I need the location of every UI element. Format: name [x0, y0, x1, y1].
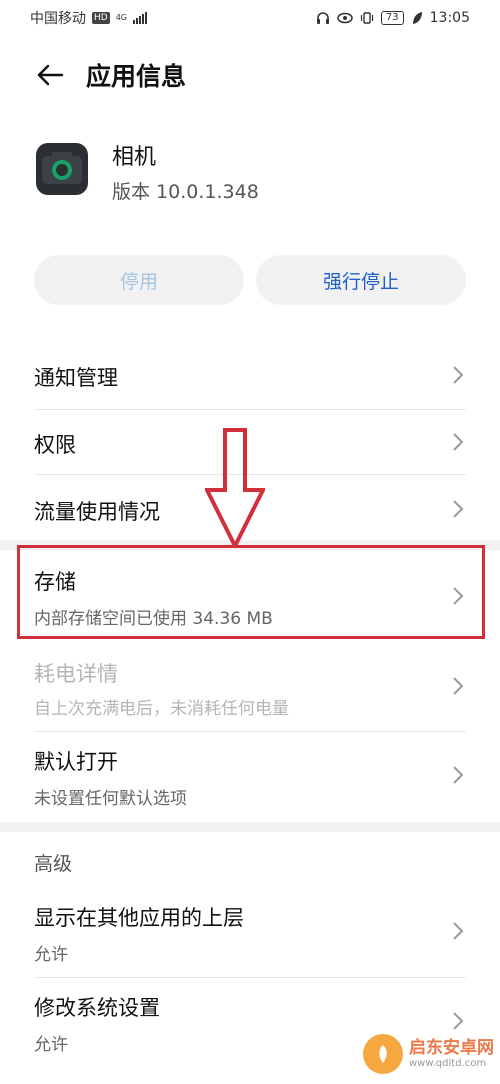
- leaf-icon: [412, 12, 422, 24]
- page-title: 应用信息: [86, 62, 187, 91]
- open-by-default-text: 未设置任何默认选项: [34, 789, 187, 809]
- section-separator: [0, 822, 500, 832]
- hd-badge: HD: [92, 12, 110, 24]
- notification-management-item[interactable]: 通知管理: [0, 340, 500, 410]
- battery-usage-text: 自上次充满电后，未消耗任何电量: [34, 699, 289, 719]
- section-separator: [0, 540, 500, 550]
- data-usage-label: 流量使用情况: [34, 500, 160, 524]
- chevron-right-icon: [453, 1012, 464, 1030]
- watermark-url: www.qdltd.com: [409, 1058, 487, 1069]
- open-by-default-item[interactable]: 默认打开 未设置任何默认选项: [0, 732, 500, 822]
- signal-icon: [133, 12, 147, 24]
- vibrate-icon: [360, 12, 374, 24]
- app-name: 相机: [112, 145, 157, 170]
- chevron-right-icon: [453, 366, 464, 384]
- modify-system-settings-label: 修改系统设置: [34, 996, 160, 1020]
- app-bar: 应用信息: [0, 50, 500, 100]
- carrier-label: 中国移动: [30, 11, 86, 27]
- chevron-right-icon: [453, 766, 464, 784]
- app-version: 版本 10.0.1.348: [112, 181, 259, 203]
- headphones-icon: [316, 12, 329, 24]
- advanced-section-label: 高级: [34, 853, 73, 875]
- back-button[interactable]: [30, 55, 70, 95]
- camera-app-icon: [36, 143, 88, 195]
- force-stop-button[interactable]: 强行停止: [256, 255, 466, 305]
- watermark-name: 启东安卓网: [409, 1038, 494, 1058]
- disable-button[interactable]: 停用: [34, 255, 244, 305]
- battery-indicator: 73: [380, 11, 404, 25]
- battery-usage-item[interactable]: 耗电详情 自上次充满电后，未消耗任何电量: [0, 642, 500, 732]
- permissions-item[interactable]: 权限: [0, 409, 500, 474]
- display-over-other-apps-status: 允许: [34, 945, 68, 965]
- notification-management-label: 通知管理: [34, 366, 118, 390]
- storage-item[interactable]: 存储 内部存储空间已使用 34.36 MB: [0, 550, 500, 642]
- back-arrow-icon: [37, 64, 64, 86]
- status-bar: 中国移动 HD 4G 73 13:05: [0, 0, 500, 36]
- storage-usage-text: 内部存储空间已使用 34.36 MB: [34, 609, 273, 629]
- chevron-right-icon: [453, 433, 464, 451]
- watermark: 启东安卓网 www.qdltd.com: [363, 1034, 494, 1074]
- eye-comfort-icon: [337, 12, 353, 24]
- display-over-other-apps-label: 显示在其他应用的上层: [34, 906, 244, 930]
- chevron-right-icon: [453, 677, 464, 695]
- open-by-default-label: 默认打开: [34, 750, 118, 774]
- battery-usage-label: 耗电详情: [34, 662, 118, 686]
- display-over-other-apps-item[interactable]: 显示在其他应用的上层 允许: [0, 888, 500, 978]
- chevron-right-icon: [453, 922, 464, 940]
- clock: 13:05: [429, 10, 470, 26]
- permissions-label: 权限: [34, 433, 76, 457]
- chevron-right-icon: [453, 587, 464, 605]
- network-type: 4G: [115, 13, 127, 22]
- data-usage-item[interactable]: 流量使用情况: [0, 474, 500, 540]
- watermark-logo-icon: [363, 1034, 403, 1074]
- chevron-right-icon: [453, 500, 464, 518]
- app-summary: 相机 版本 10.0.1.348: [0, 135, 500, 215]
- storage-label: 存储: [34, 570, 76, 594]
- modify-system-settings-status: 允许: [34, 1035, 68, 1055]
